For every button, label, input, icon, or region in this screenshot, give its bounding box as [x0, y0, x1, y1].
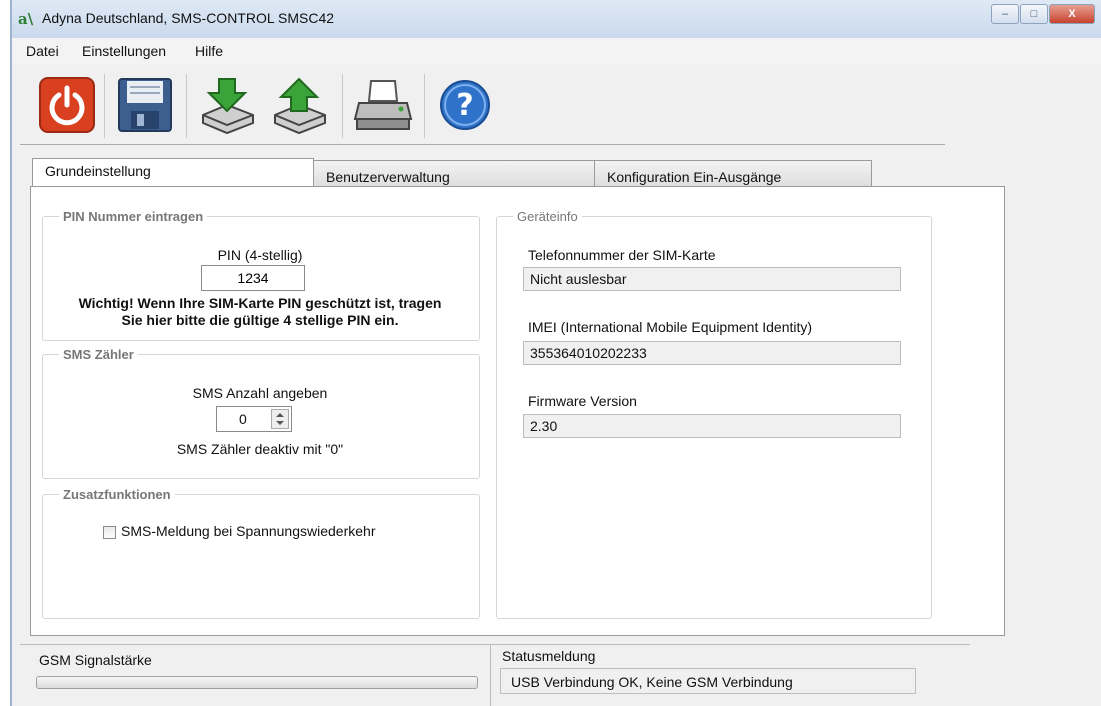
status-separator: [490, 644, 491, 706]
close-button[interactable]: X: [1049, 4, 1095, 24]
power-button[interactable]: [36, 74, 98, 136]
help-glyph: ?: [456, 88, 473, 123]
tab-konfiguration[interactable]: Konfiguration Ein-Ausgänge: [594, 160, 872, 186]
maximize-button[interactable]: □: [1020, 4, 1048, 24]
pin-group-legend: PIN Nummer eintragen: [63, 209, 204, 224]
status-message-label: Statusmeldung: [502, 648, 596, 664]
window-controls: – □ X: [990, 4, 1095, 24]
status-message-field: USB Verbindung OK, Keine GSM Verbindung: [500, 668, 916, 694]
imei-label: IMEI (International Mobile Equipment Ide…: [528, 319, 813, 335]
pin-note: Wichtig! Wenn Ihre SIM-Karte PIN geschüt…: [42, 295, 478, 329]
window-title: Adyna Deutschland, SMS-CONTROL SMSC42: [42, 10, 335, 26]
tab-panel: PIN Nummer eintragen PIN (4-stellig) Wic…: [30, 186, 1005, 636]
upload-icon: [274, 77, 326, 135]
power-icon: [39, 77, 95, 133]
app-logo-icon: a\: [18, 10, 34, 28]
firmware-label: Firmware Version: [528, 393, 637, 409]
download-button[interactable]: [196, 74, 258, 136]
spin-arrows-icon: [276, 413, 284, 425]
sms-counter-hint: SMS Zähler deaktiv mit "0": [176, 441, 344, 457]
pin-note-line1: Wichtig! Wenn Ihre SIM-Karte PIN geschüt…: [78, 295, 442, 311]
sms-count-stepper[interactable]: 0: [216, 406, 292, 432]
status-divider: [20, 644, 970, 645]
upload-button[interactable]: [268, 74, 330, 136]
tab-grundeinstellung[interactable]: Grundeinstellung: [32, 158, 314, 186]
help-button[interactable]: ?: [434, 74, 496, 136]
power-restore-label[interactable]: SMS-Meldung bei Spannungswiederkehr: [121, 523, 375, 539]
device-info-legend: Geräteinfo: [517, 209, 578, 224]
sms-count-value: 0: [239, 411, 247, 427]
pin-input[interactable]: [201, 265, 305, 291]
tab-benutzerverwaltung[interactable]: Benutzerverwaltung: [313, 160, 595, 186]
pin-label: PIN (4-stellig): [217, 247, 303, 263]
sms-counter-legend: SMS Zähler: [63, 347, 134, 362]
menu-datei[interactable]: Datei: [26, 43, 59, 59]
toolbar-divider: [20, 144, 945, 145]
imei-field: 355364010202233: [523, 341, 901, 365]
save-button[interactable]: [114, 74, 176, 136]
firmware-field: 2.30: [523, 414, 901, 438]
download-icon: [202, 78, 254, 135]
spin-buttons[interactable]: [271, 409, 289, 429]
gsm-signal-bar: [36, 676, 478, 689]
extra-functions-group: Zusatzfunktionen: [42, 487, 480, 619]
menu-bar: Datei Einstellungen Hilfe: [12, 38, 1101, 64]
printer-icon: [353, 80, 413, 130]
gsm-signal-label: GSM Signalstärke: [39, 652, 152, 668]
toolbar: ?: [12, 68, 942, 142]
menu-einstellungen[interactable]: Einstellungen: [82, 43, 166, 59]
app-window: a\ Adyna Deutschland, SMS-CONTROL SMSC42…: [10, 0, 1101, 706]
sms-count-label: SMS Anzahl angeben: [192, 385, 328, 401]
save-icon: [118, 78, 172, 132]
pin-note-line2: Sie hier bitte die gültige 4 stellige PI…: [121, 312, 399, 328]
help-icon: ?: [440, 80, 490, 130]
title-bar: a\ Adyna Deutschland, SMS-CONTROL SMSC42…: [12, 0, 1101, 38]
sim-phone-label: Telefonnummer der SIM-Karte: [528, 247, 716, 263]
extra-functions-legend: Zusatzfunktionen: [63, 487, 171, 502]
sim-phone-field: Nicht auslesbar: [523, 267, 901, 291]
power-restore-checkbox[interactable]: [103, 526, 116, 539]
minimize-button[interactable]: –: [991, 4, 1019, 24]
menu-hilfe[interactable]: Hilfe: [195, 43, 223, 59]
print-button[interactable]: [352, 74, 414, 136]
